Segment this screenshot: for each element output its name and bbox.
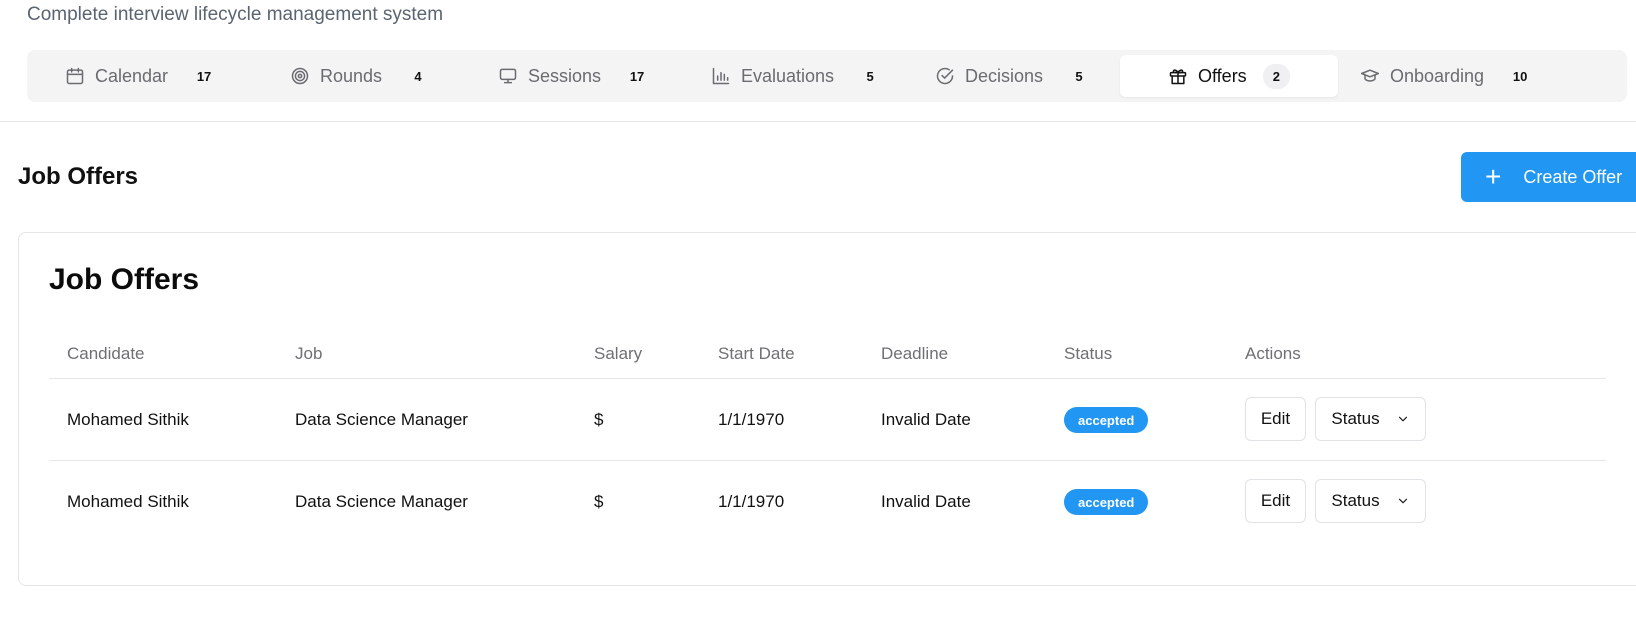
tab-count: 17 <box>629 68 645 84</box>
status-badge: accepted <box>1064 489 1149 515</box>
tab-offers[interactable]: Offers 2 <box>1120 55 1338 97</box>
tab-label: Offers <box>1198 65 1247 86</box>
calendar-icon <box>65 66 85 86</box>
tab-label: Onboarding <box>1390 65 1485 86</box>
tab-count: 2 <box>1262 63 1290 89</box>
header-divider <box>0 121 1636 122</box>
tab-label: Decisions <box>965 65 1044 86</box>
cell-candidate: Mohamed Sithik <box>67 492 189 511</box>
tab-label: Sessions <box>528 65 602 86</box>
cell-job: Data Science Manager <box>295 410 468 429</box>
chevron-down-icon <box>1396 494 1410 508</box>
tab-count: 17 <box>196 68 212 84</box>
tab-count: 4 <box>414 68 422 84</box>
plus-icon: + <box>1485 161 1502 192</box>
offers-card: Job Offers Candidate Job Salary Start Da… <box>18 232 1636 586</box>
monitor-icon <box>498 66 518 86</box>
check-circle-icon <box>935 66 955 86</box>
row-divider <box>49 378 1606 379</box>
tab-onboarding[interactable]: Onboarding 10 <box>1360 55 1530 97</box>
page-title: Job Offers <box>18 163 139 190</box>
column-header-candidate: Candidate <box>67 344 145 363</box>
status-dropdown-label: Status <box>1331 409 1380 428</box>
cell-candidate: Mohamed Sithik <box>67 410 189 429</box>
tab-calendar[interactable]: Calendar 17 <box>65 55 214 97</box>
tab-rounds[interactable]: Rounds 4 <box>290 55 428 97</box>
column-header-actions: Actions <box>1245 344 1301 363</box>
column-header-status: Status <box>1064 344 1113 363</box>
chevron-down-icon <box>1396 412 1410 426</box>
status-dropdown-label: Status <box>1331 491 1380 510</box>
tab-label: Calendar <box>95 65 169 86</box>
column-header-deadline: Deadline <box>881 344 949 363</box>
tab-label: Rounds <box>320 65 383 86</box>
tab-decisions[interactable]: Decisions 5 <box>935 55 1089 97</box>
create-offer-button[interactable]: + Create Offer <box>1461 152 1636 202</box>
cell-salary: $ <box>594 492 604 511</box>
tab-bar: Calendar 17 Rounds 4 Sessions 17 Evaluat… <box>27 50 1627 102</box>
create-offer-label: Create Offer <box>1523 166 1623 187</box>
graduation-cap-icon <box>1360 66 1380 86</box>
tab-sessions[interactable]: Sessions 17 <box>498 55 647 97</box>
tab-count: 10 <box>1512 68 1528 84</box>
edit-button[interactable]: Edit <box>1245 479 1306 523</box>
status-dropdown[interactable]: Status <box>1315 397 1426 441</box>
column-header-job: Job <box>295 344 323 363</box>
column-header-salary: Salary <box>594 344 643 363</box>
cell-deadline: Invalid Date <box>881 410 971 429</box>
tab-count: 5 <box>866 68 874 84</box>
tab-count: 5 <box>1075 68 1083 84</box>
cell-deadline: Invalid Date <box>881 492 971 511</box>
target-icon <box>290 66 310 86</box>
edit-button[interactable]: Edit <box>1245 397 1306 441</box>
gift-icon <box>1168 66 1188 86</box>
cell-job: Data Science Manager <box>295 492 468 511</box>
status-dropdown[interactable]: Status <box>1315 479 1426 523</box>
tab-evaluations[interactable]: Evaluations 5 <box>711 55 880 97</box>
cell-start-date: 1/1/1970 <box>718 492 785 511</box>
tab-label: Evaluations <box>741 65 835 86</box>
cell-start-date: 1/1/1970 <box>718 410 785 429</box>
cell-salary: $ <box>594 410 604 429</box>
status-badge: accepted <box>1064 407 1149 433</box>
bar-chart-icon <box>711 66 731 86</box>
card-title: Job Offers <box>49 263 200 296</box>
column-header-start-date: Start Date <box>718 344 795 363</box>
row-divider <box>49 460 1606 461</box>
page-subtitle: Complete interview lifecycle management … <box>27 4 444 25</box>
